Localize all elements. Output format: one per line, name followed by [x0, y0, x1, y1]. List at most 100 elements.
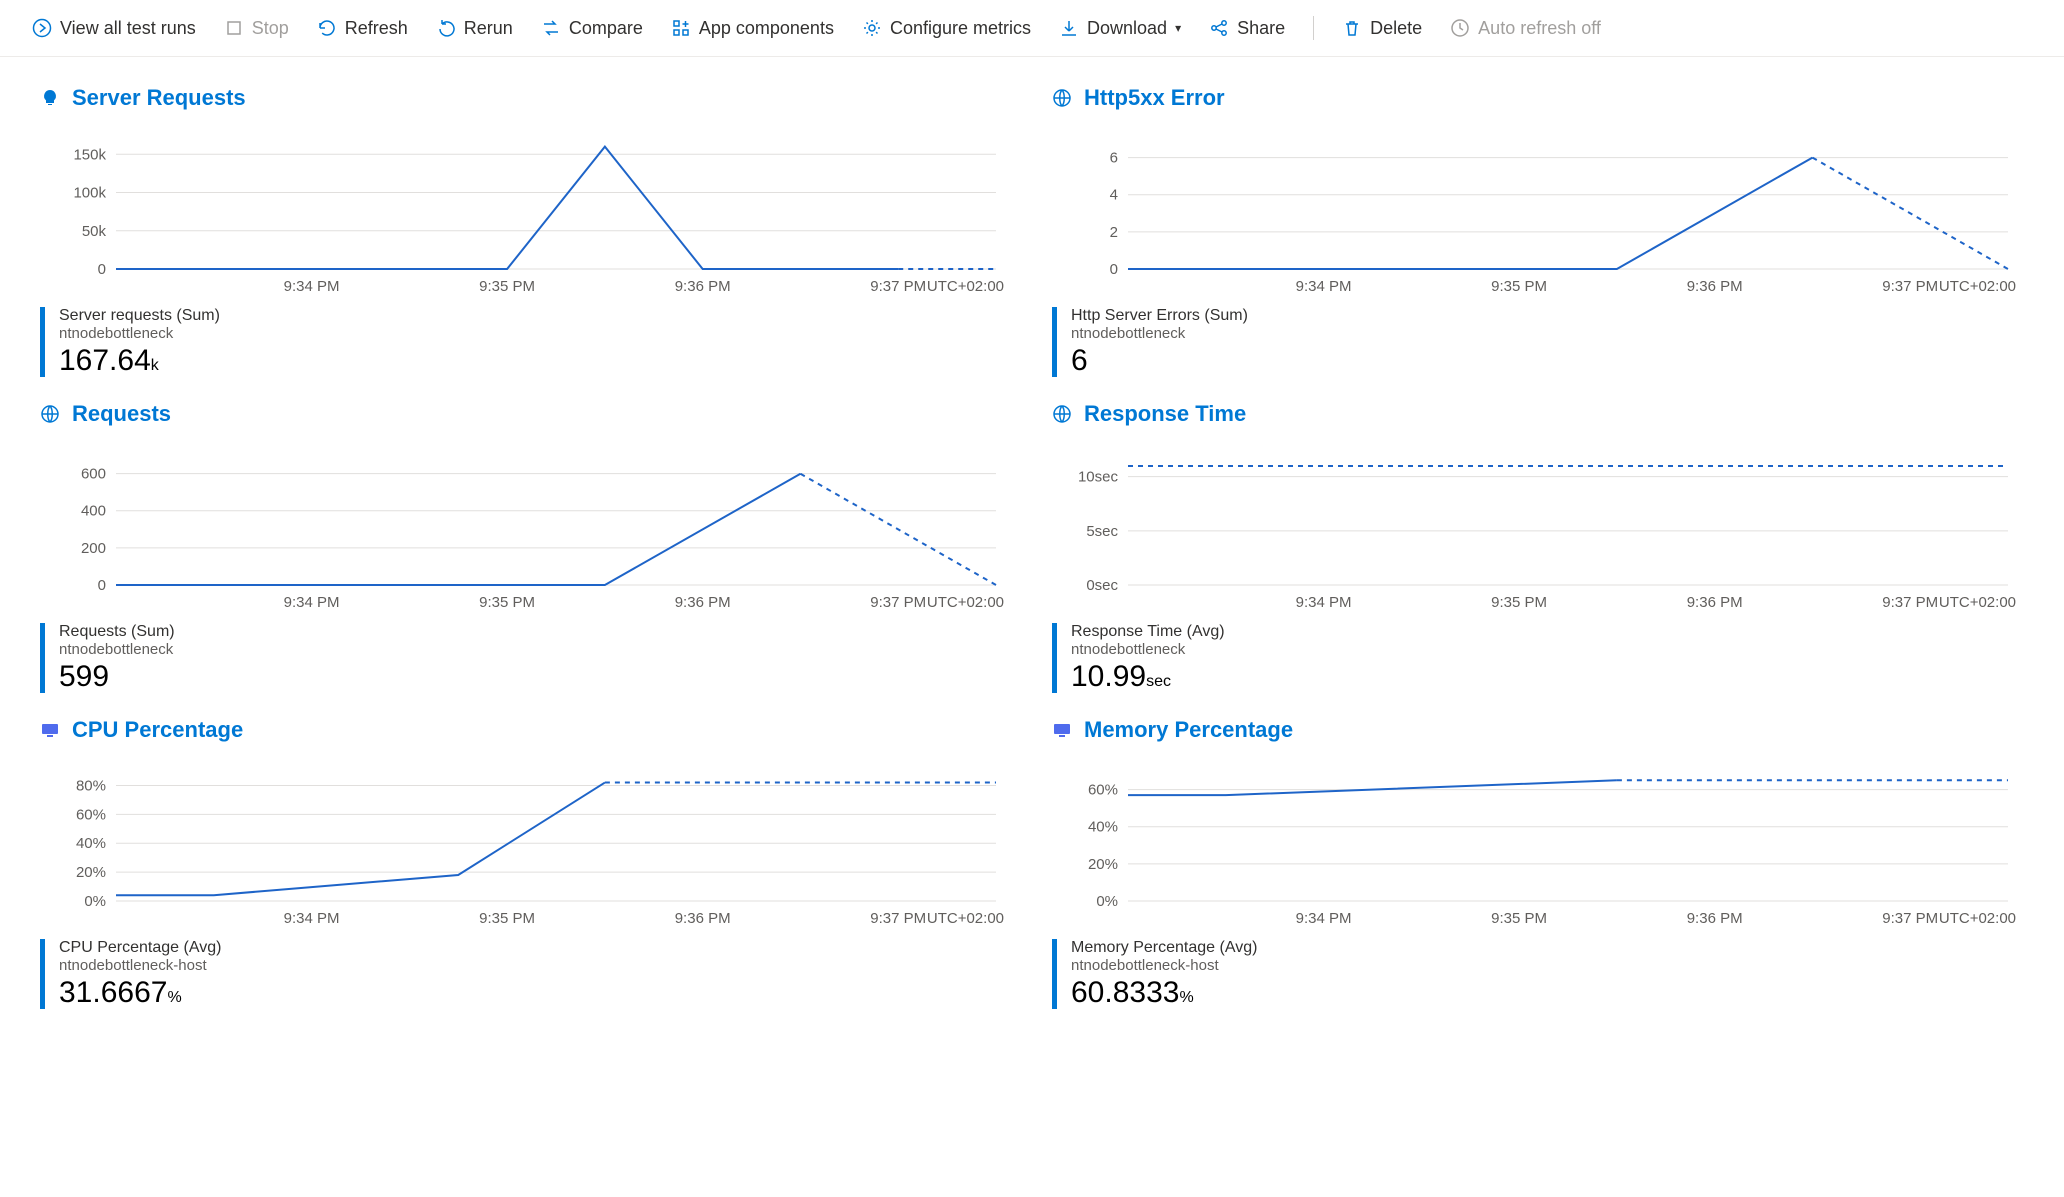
card-title-server-requests[interactable]: Server Requests [40, 85, 1012, 111]
card-server-requests: Server Requests 050k100k150k9:34 PM9:35 … [40, 81, 1012, 377]
app-components-button[interactable]: App components [671, 18, 834, 39]
delete-button[interactable]: Delete [1342, 18, 1422, 39]
svg-text:0sec: 0sec [1086, 577, 1118, 594]
card-title-text: Http5xx Error [1084, 85, 1225, 111]
svg-text:9:37 PM: 9:37 PM [870, 594, 926, 611]
grid-plus-icon [671, 18, 691, 38]
chart-server-requests[interactable]: 050k100k150k9:34 PM9:35 PM9:36 PM9:37 PM… [40, 129, 1012, 299]
rerun-icon [436, 18, 456, 38]
svg-text:9:34 PM: 9:34 PM [284, 910, 340, 927]
svg-text:9:35 PM: 9:35 PM [479, 910, 535, 927]
view-all-test-runs-button[interactable]: View all test runs [32, 18, 196, 39]
svg-text:9:34 PM: 9:34 PM [1296, 594, 1352, 611]
svg-text:60%: 60% [76, 806, 106, 823]
card-title-text: Memory Percentage [1084, 717, 1293, 743]
svg-text:9:34 PM: 9:34 PM [1296, 278, 1352, 295]
svg-text:0%: 0% [84, 893, 106, 910]
svg-text:9:36 PM: 9:36 PM [675, 278, 731, 295]
chart-requests[interactable]: 02004006009:34 PM9:35 PM9:36 PM9:37 PMUT… [40, 445, 1012, 615]
rerun-button[interactable]: Rerun [436, 18, 513, 39]
svg-text:400: 400 [81, 503, 106, 520]
chevron-down-icon: ▾ [1175, 21, 1181, 35]
svg-text:60%: 60% [1088, 782, 1118, 799]
metric-accent-bar [40, 307, 45, 377]
card-title-text: CPU Percentage [72, 717, 243, 743]
metric-response-time: Response Time (Avg) ntnodebottleneck 10.… [1052, 623, 2024, 693]
download-button[interactable]: Download ▾ [1059, 18, 1181, 39]
toolbar-label: Download [1087, 18, 1167, 39]
svg-text:10sec: 10sec [1078, 469, 1119, 486]
metric-accent-bar [40, 939, 45, 1009]
compare-icon [541, 18, 561, 38]
svg-text:9:37 PM: 9:37 PM [1882, 278, 1938, 295]
svg-text:600: 600 [81, 466, 106, 483]
trash-icon [1342, 18, 1362, 38]
svg-text:4: 4 [1110, 187, 1118, 204]
chart-memory[interactable]: 0%20%40%60%9:34 PM9:35 PM9:36 PM9:37 PMU… [1052, 761, 2024, 931]
svg-text:200: 200 [81, 540, 106, 557]
toolbar-label: Compare [569, 18, 643, 39]
card-title-requests[interactable]: Requests [40, 401, 1012, 427]
chart-cpu[interactable]: 0%20%40%60%80%9:34 PM9:35 PM9:36 PM9:37 … [40, 761, 1012, 931]
share-icon [1209, 18, 1229, 38]
metric-accent-bar [40, 623, 45, 693]
chart-response-time[interactable]: 0sec5sec10sec9:34 PM9:35 PM9:36 PM9:37 P… [1052, 445, 2024, 615]
svg-text:9:34 PM: 9:34 PM [284, 594, 340, 611]
card-title-response-time[interactable]: Response Time [1052, 401, 2024, 427]
card-title-cpu[interactable]: CPU Percentage [40, 717, 1012, 743]
card-requests: Requests 02004006009:34 PM9:35 PM9:36 PM… [40, 397, 1012, 693]
card-http5xx: Http5xx Error 02469:34 PM9:35 PM9:36 PM9… [1052, 81, 2024, 377]
metric-label: Requests (Sum) [59, 623, 175, 641]
metric-accent-bar [1052, 307, 1057, 377]
refresh-button[interactable]: Refresh [317, 18, 408, 39]
card-title-text: Response Time [1084, 401, 1246, 427]
card-title-memory[interactable]: Memory Percentage [1052, 717, 2024, 743]
svg-text:0: 0 [98, 261, 106, 278]
toolbar-label: Auto refresh off [1478, 18, 1601, 39]
svg-text:UTC+02:00: UTC+02:00 [1939, 910, 2016, 927]
metric-requests: Requests (Sum) ntnodebottleneck 599 [40, 623, 1012, 693]
svg-text:9:35 PM: 9:35 PM [1491, 278, 1547, 295]
toolbar-label: Configure metrics [890, 18, 1031, 39]
toolbar-label: Refresh [345, 18, 408, 39]
configure-metrics-button[interactable]: Configure metrics [862, 18, 1031, 39]
svg-text:UTC+02:00: UTC+02:00 [927, 594, 1004, 611]
metric-resource: ntnodebottleneck-host [59, 957, 221, 974]
svg-text:20%: 20% [76, 864, 106, 881]
toolbar-label: Rerun [464, 18, 513, 39]
svg-text:0: 0 [98, 577, 106, 594]
toolbar: View all test runs Stop Refresh Rerun Co… [0, 0, 2064, 57]
metric-label: Response Time (Avg) [1071, 623, 1225, 641]
svg-text:2: 2 [1110, 224, 1118, 241]
separator [1313, 16, 1314, 40]
auto-refresh-button: Auto refresh off [1450, 18, 1601, 39]
svg-text:9:36 PM: 9:36 PM [675, 910, 731, 927]
lightbulb-icon [40, 88, 60, 108]
metric-resource: ntnodebottleneck [1071, 641, 1225, 658]
globe-icon [1052, 88, 1072, 108]
svg-text:9:35 PM: 9:35 PM [1491, 910, 1547, 927]
svg-text:80%: 80% [76, 777, 106, 794]
metric-resource: ntnodebottleneck [1071, 325, 1248, 342]
toolbar-label: Share [1237, 18, 1285, 39]
metric-accent-bar [1052, 939, 1057, 1009]
svg-text:9:37 PM: 9:37 PM [870, 910, 926, 927]
svg-text:9:37 PM: 9:37 PM [1882, 594, 1938, 611]
svg-text:UTC+02:00: UTC+02:00 [1939, 278, 2016, 295]
chart-http5xx[interactable]: 02469:34 PM9:35 PM9:36 PM9:37 PMUTC+02:0… [1052, 129, 2024, 299]
metric-cpu: CPU Percentage (Avg) ntnodebottleneck-ho… [40, 939, 1012, 1009]
metric-value: 60.8333% [1071, 976, 1257, 1009]
svg-text:6: 6 [1110, 150, 1118, 167]
card-title-text: Requests [72, 401, 171, 427]
metric-server-requests: Server requests (Sum) ntnodebottleneck 1… [40, 307, 1012, 377]
download-icon [1059, 18, 1079, 38]
compare-button[interactable]: Compare [541, 18, 643, 39]
card-cpu: CPU Percentage 0%20%40%60%80%9:34 PM9:35… [40, 713, 1012, 1009]
svg-text:9:34 PM: 9:34 PM [1296, 910, 1352, 927]
toolbar-label: Stop [252, 18, 289, 39]
share-button[interactable]: Share [1209, 18, 1285, 39]
charts-grid: Server Requests 050k100k150k9:34 PM9:35 … [0, 57, 2064, 1053]
card-title-text: Server Requests [72, 85, 246, 111]
card-title-http5xx[interactable]: Http5xx Error [1052, 85, 2024, 111]
stop-button: Stop [224, 18, 289, 39]
